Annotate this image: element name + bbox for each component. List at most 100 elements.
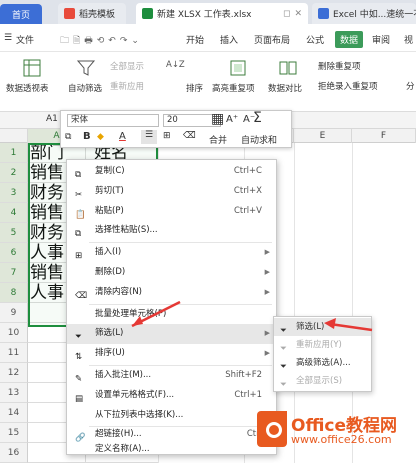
row-header[interactable]: 10	[0, 323, 28, 343]
merge-button[interactable]: 合并	[209, 133, 227, 146]
tab-other-file[interactable]: Excel 中如...速统一不规范	[312, 3, 416, 24]
row-header[interactable]: 3	[0, 183, 28, 203]
highlight-dup-button[interactable]: 高亮重复项	[212, 82, 255, 94]
grid-line	[294, 223, 295, 243]
menu-format-shortcut: Ctrl+1	[234, 389, 262, 400]
menu-paste-shortcut: Ctrl+V	[233, 205, 262, 216]
row-header[interactable]: 11	[0, 343, 28, 363]
row-header[interactable]: 4	[0, 203, 28, 223]
font-color-button[interactable]: A	[119, 131, 126, 142]
menu-insert-label: 插入(I)	[95, 247, 122, 258]
bold-button[interactable]: B	[83, 131, 91, 142]
grow-font-button[interactable]: A⁺	[226, 114, 238, 125]
autofilter-button[interactable]: 自动筛选	[68, 82, 102, 94]
submenu-show-all-label: 全部显示(S)	[296, 376, 343, 386]
grid-line	[352, 263, 353, 283]
row-header[interactable]: 5	[0, 223, 28, 243]
menu-define-name[interactable]: 定义名称(A)...	[67, 445, 276, 454]
autosum-button[interactable]: 自动求和	[241, 133, 277, 146]
clear-format-icon[interactable]: ⌫	[183, 131, 196, 141]
font-select[interactable]: 宋体	[67, 114, 159, 127]
reapply-button[interactable]: 重新应用	[110, 80, 144, 92]
row-header[interactable]: 1	[0, 143, 28, 163]
row-header[interactable]: 14	[0, 403, 28, 423]
menu-paste[interactable]: 📋 粘贴(P) Ctrl+V	[67, 202, 276, 222]
row-header[interactable]: 8	[0, 283, 28, 303]
row-header[interactable]: 9	[0, 303, 28, 323]
menu-sort[interactable]: ⇅ 排序(U) ▶	[67, 344, 276, 364]
row-header[interactable]: 16	[0, 443, 28, 463]
menu-delete-label: 删除(D)	[95, 267, 126, 277]
more-button[interactable]: 分	[406, 80, 415, 92]
menu-insert[interactable]: 插入	[220, 33, 238, 46]
menu-clear-contents[interactable]: ⌫ 清除内容(N) ▶	[67, 283, 276, 303]
name-box[interactable]: A1	[14, 113, 66, 127]
highlight-duplicates-icon	[230, 60, 246, 76]
eraser-icon: ⌫	[75, 290, 88, 301]
submenu-show-all[interactable]: ⏷ 全部显示(S)	[274, 372, 371, 390]
grid-line	[294, 283, 295, 303]
menu-pick-from-list[interactable]: 从下拉列表中选择(K)...	[67, 406, 276, 426]
row-header[interactable]: 6	[0, 243, 28, 263]
data-compare-button[interactable]: 数据对比	[268, 82, 302, 94]
row-header[interactable]: 15	[0, 423, 28, 443]
tab-file-label: 新建 XLSX 工作表.xlsx	[157, 10, 252, 20]
reject-dup-button[interactable]: 拒绝录入重复项	[318, 80, 378, 92]
borders-icon[interactable]: ⊞	[163, 131, 171, 141]
menu-page-layout[interactable]: 页面布局	[254, 33, 290, 46]
menu-view[interactable]: 视	[404, 33, 413, 46]
quick-access-icons[interactable]: 🗀🗎🖶⟲↶↷⌄	[60, 33, 143, 49]
tab-home[interactable]: 首页	[0, 4, 42, 24]
menu-paste-special[interactable]: ⧉ 选择性粘贴(S)...	[67, 221, 276, 241]
submenu-arrow-icon: ▶	[264, 268, 270, 276]
select-all-corner[interactable]	[0, 129, 28, 143]
row-header[interactable]: 13	[0, 383, 28, 403]
align-center-icon[interactable]: ☰	[141, 130, 157, 144]
fill-color-icon[interactable]: ◆	[97, 132, 104, 142]
grid-line	[294, 183, 295, 203]
format-painter-icon[interactable]: ⧉	[65, 132, 71, 142]
menu-batch-process[interactable]: 批量处理单元格(P)	[67, 305, 276, 325]
merge-icon: ▦	[211, 111, 225, 127]
tab-menu-icon[interactable]: ◻	[283, 9, 290, 19]
menu-copy[interactable]: ⧉ 复制(C) Ctrl+C	[67, 162, 276, 182]
reapply-label: 重新应用	[110, 82, 145, 92]
menu-filter[interactable]: ⏷ 筛选(L) ▶	[67, 324, 276, 345]
row-header[interactable]: 2	[0, 163, 28, 183]
tab-close-icon[interactable]: ✕	[294, 9, 302, 19]
menu-cut-shortcut: Ctrl+X	[233, 185, 262, 196]
menu-formula[interactable]: 公式	[306, 33, 324, 46]
column-header-f[interactable]: F	[352, 129, 416, 143]
pivot-table-icon	[23, 59, 41, 77]
grid-line	[352, 183, 353, 203]
sort-icon: ⇅	[75, 352, 83, 363]
menu-define-name-label: 定义名称(A)...	[95, 444, 150, 455]
menu-cut[interactable]: ✂ 剪切(T) Ctrl+X	[67, 182, 276, 202]
submenu-filter[interactable]: ⏷ 筛选(L)	[274, 318, 371, 336]
menu-file[interactable]: 文件	[16, 33, 34, 46]
submenu-advanced-filter[interactable]: ⏷ 高级筛选(A)...	[274, 354, 371, 372]
submenu-arrow-icon: ▶	[264, 248, 270, 257]
sort-button[interactable]: 排序	[186, 82, 203, 94]
menu-data[interactable]: 数据	[335, 31, 364, 48]
tab-template[interactable]: 稻壳模板	[58, 3, 126, 24]
pivot-table-button[interactable]: 数据透视表	[6, 82, 49, 94]
column-header-e[interactable]: E	[294, 129, 352, 143]
tab-current-file[interactable]: 新建 XLSX 工作表.xlsx ◻ ✕	[136, 3, 308, 24]
row-header[interactable]: 7	[0, 263, 28, 283]
submenu-reapply[interactable]: ⏷ 重新应用(Y)	[274, 336, 371, 354]
remove-dup-button[interactable]: 删除重复项	[318, 60, 361, 72]
hamburger-icon[interactable]: ☰	[4, 33, 12, 43]
menu-review[interactable]: 审阅	[372, 33, 390, 46]
grid-line	[352, 243, 353, 263]
row-header[interactable]: 12	[0, 363, 28, 383]
menu-insert-cells[interactable]: ⊞ 插入(I) ▶	[67, 243, 276, 263]
sort-asc-icon[interactable]: A↓Z	[166, 60, 185, 70]
menu-insert-comment[interactable]: ✎ 插入批注(M)... Shift+F2	[67, 366, 276, 386]
menu-delete-cells[interactable]: 删除(D) ▶	[67, 263, 276, 283]
menu-format-cells[interactable]: ▤ 设置单元格格式(F)... Ctrl+1	[67, 386, 276, 406]
tab-other-label: Excel 中如...速统一不规范	[333, 10, 416, 20]
menu-home[interactable]: 开始	[186, 33, 204, 46]
show-all-button[interactable]: 全部显示	[110, 60, 144, 72]
menu-hyperlink[interactable]: 🔗 超链接(H)... Ctrl	[67, 425, 276, 445]
